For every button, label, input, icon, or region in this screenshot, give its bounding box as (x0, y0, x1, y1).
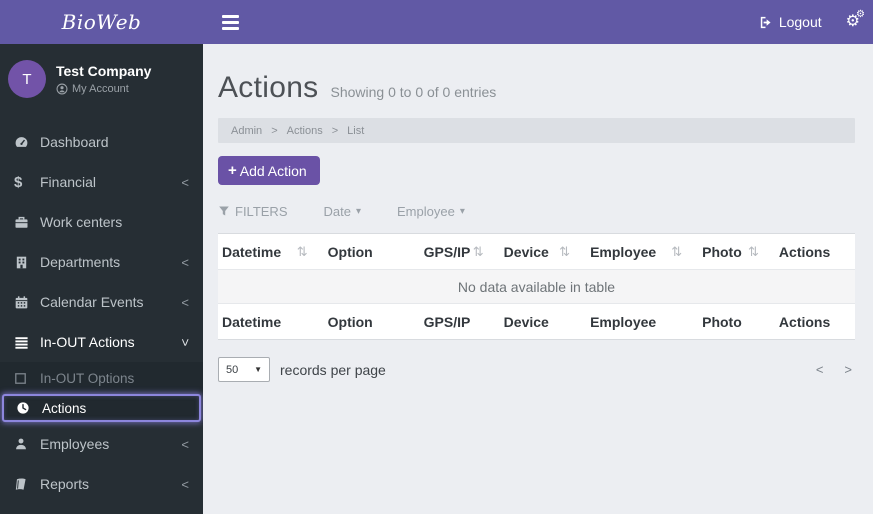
column-header-employee[interactable]: Employee ⇅ (586, 233, 699, 270)
chevron-left-icon (181, 256, 189, 269)
breadcrumb-actions[interactable]: Actions (287, 125, 323, 137)
sidebar: T Test Company My Account Dashboard $ Fi… (0, 44, 203, 514)
breadcrumb-separator: > (331, 124, 339, 137)
actions-table: Datetime ⇅ Option GPS/IP ⇅ Device ⇅ Employe… (218, 233, 855, 340)
top-bar: BioWeb Logout ⚙ ⚙ (0, 0, 873, 44)
column-header-option[interactable]: Option (323, 233, 420, 270)
chevron-left-icon (181, 478, 189, 491)
empty-table-message: No data available in table (218, 269, 855, 304)
sidebar-item-in-out-actions[interactable]: In-OUT Actions (0, 322, 203, 362)
filters-toggle[interactable]: FILTERS (218, 204, 288, 219)
sidebar-menu: Dashboard $ Financial Work centers (0, 122, 203, 504)
logout-label: Logout (778, 14, 822, 30)
chevron-down-icon (179, 338, 192, 346)
gears-icon[interactable]: ⚙ ⚙ (846, 10, 865, 30)
building-icon (14, 255, 40, 270)
sort-icon[interactable]: ⇅ (559, 244, 570, 260)
chevron-left-icon (181, 296, 189, 309)
column-header-device[interactable]: Device ⇅ (499, 233, 587, 270)
sidebar-item-employees[interactable]: Employees (0, 424, 203, 464)
column-header-actions[interactable]: Actions (774, 233, 855, 270)
table-footer-row: Datetime Option GPS/IP Device Employee P… (218, 303, 855, 340)
sort-icon[interactable]: ⇅ (297, 244, 308, 260)
empty-table-row: No data available in table (218, 269, 855, 304)
sidebar-subitem-actions[interactable]: Actions (2, 394, 201, 422)
my-account-link[interactable]: My Account (56, 83, 151, 95)
sort-icon[interactable]: ⇅ (748, 244, 759, 260)
entries-summary: Showing 0 to 0 of 0 entries (330, 84, 497, 100)
footer-actions: Actions (774, 303, 855, 340)
breadcrumb-list: List (347, 124, 365, 137)
list-icon (14, 335, 40, 350)
avatar: T (8, 60, 46, 98)
hamburger-menu-icon[interactable] (218, 11, 243, 34)
add-action-button[interactable]: + Add Action (218, 156, 320, 185)
sidebar-item-reports[interactable]: Reports (0, 464, 203, 504)
topbar-right: Logout ⚙ ⚙ (758, 10, 873, 30)
dashboard-gauge-icon (14, 135, 40, 150)
plus-icon: + (228, 162, 237, 179)
sidebar-item-financial[interactable]: $ Financial (0, 162, 203, 202)
main-content: Actions Showing 0 to 0 of 0 entries Admi… (203, 44, 873, 514)
square-outline-icon (14, 372, 40, 385)
briefcase-icon (14, 215, 40, 230)
breadcrumb: Admin > Actions > List (218, 118, 855, 143)
sign-out-icon (758, 15, 773, 30)
logout-button[interactable]: Logout (758, 14, 822, 30)
brand-logo[interactable]: BioWeb (0, 10, 203, 34)
sidebar-item-work-centers[interactable]: Work centers (0, 202, 203, 242)
footer-datetime: Datetime (218, 303, 324, 340)
footer-gps-ip: GPS/IP (419, 303, 500, 340)
book-icon (14, 477, 40, 492)
company-name: Test Company (56, 63, 152, 79)
employee-filter-dropdown[interactable]: Employee (397, 204, 465, 219)
chevron-left-icon (181, 438, 189, 451)
sort-icon[interactable]: ⇅ (671, 244, 682, 260)
records-per-page-label: records per page (280, 361, 386, 378)
sort-icon[interactable]: ⇅ (473, 244, 484, 260)
user-panel: T Test Company My Account (0, 44, 203, 116)
records-per-page-select[interactable]: 50 (218, 357, 270, 382)
column-header-photo[interactable]: Photo ⇅ (698, 233, 775, 270)
dollar-icon: $ (14, 173, 23, 191)
pagination-prev[interactable]: < (816, 362, 824, 377)
clock-icon (16, 401, 42, 415)
column-header-gps-ip[interactable]: GPS/IP ⇅ (419, 233, 500, 270)
filters-bar: FILTERS Date Employee (218, 200, 855, 222)
date-filter-dropdown[interactable]: Date (324, 204, 362, 219)
table-header-row: Datetime ⇅ Option GPS/IP ⇅ Device ⇅ Employe… (218, 233, 855, 270)
calendar-icon (14, 295, 40, 310)
table-controls: 50 records per page < > (218, 357, 855, 382)
person-icon (14, 437, 40, 451)
chevron-left-icon (181, 176, 189, 189)
footer-device: Device (499, 303, 587, 340)
sidebar-item-calendar-events[interactable]: Calendar Events (0, 282, 203, 322)
sidebar-subitem-in-out-options[interactable]: In-OUT Options (0, 363, 203, 393)
user-circle-icon (56, 83, 68, 95)
pagination-next[interactable]: > (844, 362, 852, 377)
in-out-actions-submenu: In-OUT Options Actions (0, 362, 203, 424)
funnel-icon (218, 205, 230, 217)
footer-option: Option (323, 303, 420, 340)
page-head: Actions Showing 0 to 0 of 0 entries (218, 71, 855, 105)
breadcrumb-admin[interactable]: Admin (231, 125, 262, 137)
footer-photo: Photo (698, 303, 775, 340)
sidebar-item-dashboard[interactable]: Dashboard (0, 122, 203, 162)
sidebar-item-departments[interactable]: Departments (0, 242, 203, 282)
column-header-datetime[interactable]: Datetime ⇅ (218, 233, 324, 270)
pagination: < > (816, 362, 855, 377)
page-title: Actions (218, 71, 319, 104)
footer-employee: Employee (586, 303, 699, 340)
breadcrumb-separator: > (271, 124, 278, 137)
